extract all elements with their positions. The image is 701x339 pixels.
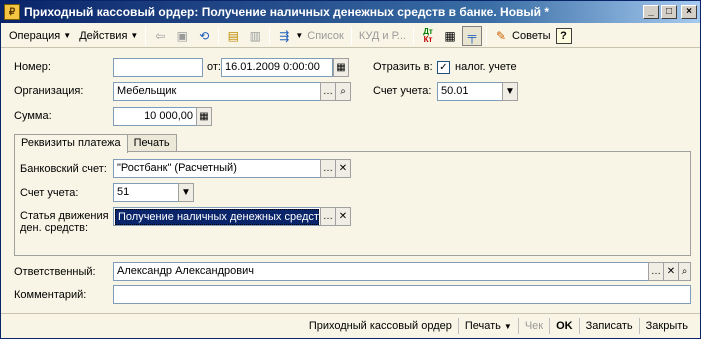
structure-icon[interactable]: ╤ <box>462 25 483 46</box>
cashflow-selected-text: Получение наличных денежных средств <box>115 209 320 225</box>
copy-icon[interactable]: ▣ <box>172 26 192 46</box>
receipt-button[interactable]: Приходный кассовый ордер <box>303 318 458 334</box>
toolbar: Операция ▼ Действия ▼ ⇦ ▣ ⟲ ▤ ▥ ⇶ ▼ Спис… <box>1 24 700 48</box>
number-label: Номер: <box>14 61 51 73</box>
calendar-icon[interactable]: ▦ <box>333 58 349 77</box>
tips-icon: ✎ <box>496 28 507 43</box>
tab-payment-details[interactable]: Реквизиты платежа <box>14 134 128 153</box>
close-form-button[interactable]: Закрыть <box>640 318 694 334</box>
report-icon[interactable]: ▦ <box>440 26 460 46</box>
print-menu-label: Печать <box>464 320 501 332</box>
close-button[interactable]: × <box>681 5 697 19</box>
operation-menu[interactable]: Операция ▼ <box>5 28 75 44</box>
help-icon[interactable]: ? <box>555 27 572 44</box>
account-label: Счет учета: <box>373 85 432 97</box>
actions-menu-label: Действия <box>79 29 128 42</box>
post-icon[interactable]: ▤ <box>223 26 243 46</box>
comment-label: Комментарий: <box>14 289 87 301</box>
based-on-icon[interactable]: ⇶ <box>274 26 294 46</box>
chevron-down-icon: ▼ <box>503 321 512 331</box>
chevron-down-icon[interactable]: ▼ <box>178 183 194 202</box>
calculator-icon[interactable]: ▦ <box>196 107 212 126</box>
toolbar-separator <box>145 26 147 45</box>
clear-icon[interactable]: ✕ <box>335 207 351 226</box>
kud-button[interactable]: КУД и Р... <box>355 28 410 44</box>
check-button[interactable]: Чек <box>519 318 549 334</box>
sum-input[interactable]: 10 000,00 <box>113 107 197 126</box>
reflect-label: Отразить в: <box>373 61 433 73</box>
account-input[interactable]: 50.01 <box>437 82 503 101</box>
search-icon[interactable]: ⌕ <box>678 262 691 281</box>
bank-account-label: Банковский счет: <box>20 163 107 175</box>
chevron-down-icon[interactable]: ▼ <box>502 82 518 101</box>
cashflow-label-line1: Статья движения <box>20 210 109 222</box>
maximize-button[interactable]: □ <box>661 5 677 19</box>
date-label: от: <box>207 61 221 73</box>
refresh-icon[interactable]: ⟲ <box>194 26 214 46</box>
select-ellipsis-icon[interactable]: … <box>320 207 336 226</box>
search-icon[interactable]: ⌕ <box>335 82 351 101</box>
tax-accounting-checkbox[interactable]: ✓ <box>437 61 450 74</box>
responsible-input[interactable]: Александр Александрович <box>113 262 649 281</box>
cashflow-input[interactable]: Получение наличных денежных средств <box>113 207 321 226</box>
window-title: Приходный кассовый ордер: Получение нали… <box>24 5 550 19</box>
save-button[interactable]: Записать <box>580 318 639 334</box>
list-button[interactable]: Список <box>303 28 348 44</box>
tax-accounting-label: налог. учете <box>455 61 517 73</box>
tab-strip: Реквизиты платежа Печать <box>14 134 177 153</box>
chevron-down-icon: ▼ <box>63 31 72 40</box>
toolbar-separator <box>269 26 271 45</box>
ok-button[interactable]: OK <box>550 318 579 334</box>
organization-label: Организация: <box>14 85 84 97</box>
chevron-down-icon[interactable]: ▼ <box>295 31 303 40</box>
organization-input[interactable]: Мебельщик <box>113 82 321 101</box>
bank-account-input[interactable]: "Ростбанк" (Расчетный) <box>113 159 321 178</box>
clear-icon[interactable]: ✕ <box>335 159 351 178</box>
unpost-icon[interactable]: ▥ <box>245 26 265 46</box>
select-ellipsis-icon[interactable]: … <box>320 159 336 178</box>
chevron-down-icon: ▼ <box>130 31 139 40</box>
tips-button[interactable]: Советы <box>512 28 554 44</box>
payment-account-input[interactable]: 51 <box>113 183 179 202</box>
select-ellipsis-icon[interactable]: … <box>648 262 664 281</box>
add-icon[interactable]: ⇦ <box>150 26 170 46</box>
sum-label: Сумма: <box>14 110 52 122</box>
select-ellipsis-icon[interactable]: … <box>320 82 336 101</box>
footer-bar: Приходный кассовый ордер Печать ▼ Чек OK… <box>1 313 700 338</box>
clear-icon[interactable]: ✕ <box>663 262 679 281</box>
responsible-label: Ответственный: <box>14 266 96 278</box>
tab-print[interactable]: Печать <box>126 134 177 152</box>
date-input[interactable]: 16.01.2009 0:00:00 <box>221 58 333 77</box>
actions-menu[interactable]: Действия ▼ <box>75 28 142 44</box>
toolbar-separator <box>350 26 352 45</box>
comment-input[interactable] <box>113 285 691 304</box>
toolbar-separator <box>413 26 415 45</box>
title-bar[interactable]: ₽ Приходный кассовый ордер: Получение на… <box>1 1 700 23</box>
toolbar-separator <box>218 26 220 45</box>
payment-account-label: Счет учета: <box>20 187 79 199</box>
minimize-button[interactable]: _ <box>643 5 659 19</box>
document-window: ₽ Приходный кассовый ордер: Получение на… <box>0 0 701 339</box>
dt-kt-icon[interactable]: Дт Кт <box>418 26 438 46</box>
toolbar-separator <box>486 26 488 45</box>
print-menu[interactable]: Печать ▼ <box>459 318 518 334</box>
document-icon: ₽ <box>4 4 20 20</box>
operation-menu-label: Операция <box>9 29 61 42</box>
cashflow-label-line2: ден. средств: <box>20 222 89 234</box>
number-input[interactable] <box>113 58 203 77</box>
